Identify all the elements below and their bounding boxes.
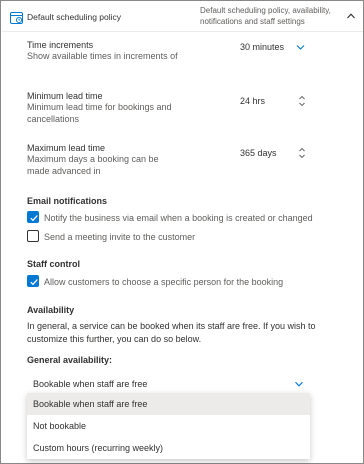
time-increments-select[interactable]: 30 minutes (235, 36, 309, 58)
min-lead-time-help: Minimum lead time for bookings and cance… (27, 102, 172, 124)
scheduling-policy-panel: Default scheduling policy Default schedu… (0, 0, 364, 464)
option-bookable-when-free[interactable]: Bookable when staff are free (27, 393, 310, 415)
chevron-up-icon[interactable] (346, 11, 356, 21)
min-lead-time-label: Minimum lead time (27, 91, 103, 101)
time-increments-value: 30 minutes (240, 42, 285, 52)
general-availability-label: General availability: (27, 355, 113, 365)
min-lead-time-value: 24 hrs (240, 96, 266, 106)
send-invite-checkbox[interactable] (27, 230, 39, 242)
send-invite-label: Send a meeting invite to the customer (44, 232, 196, 242)
availability-description: In general, a service can be booked when… (27, 321, 316, 344)
chevron-down-icon (296, 45, 305, 50)
spinner-icon[interactable] (298, 93, 306, 109)
section-title: Default scheduling policy (27, 12, 122, 22)
chevron-down-icon (295, 381, 303, 387)
max-lead-time-input[interactable]: 365 days (235, 142, 309, 164)
availability-options-menu: Bookable when staff are free Not bookabl… (27, 393, 310, 459)
calendar-icon (10, 12, 23, 24)
general-availability-dropdown[interactable]: Bookable when staff are free (27, 375, 310, 393)
time-increments-help: Show available times in increments of (27, 51, 178, 61)
option-label: Custom hours (recurring weekly) (33, 443, 164, 453)
allow-choose-staff-label: Allow customers to choose a specific per… (44, 277, 284, 287)
min-lead-time-input[interactable]: 24 hrs (235, 90, 309, 112)
option-label: Not bookable (33, 421, 87, 431)
option-label: Bookable when staff are free (33, 399, 148, 409)
max-lead-time-label: Maximum lead time (27, 143, 106, 153)
option-not-bookable[interactable]: Not bookable (27, 415, 310, 437)
checkmark-icon (30, 279, 38, 286)
checkmark-icon (30, 215, 38, 222)
availability-heading: Availability (27, 305, 75, 315)
section-header[interactable]: Default scheduling policy Default schedu… (2, 2, 363, 32)
time-increments-label: Time increments (27, 40, 94, 50)
staff-control-heading: Staff control (27, 259, 80, 269)
email-notifications-heading: Email notifications (27, 196, 108, 206)
section-description: Default scheduling policy, availability,… (200, 6, 331, 26)
max-lead-time-help: Maximum days a booking can be made advan… (27, 154, 159, 176)
general-availability-value: Bookable when staff are free (33, 379, 148, 389)
allow-choose-staff-checkbox[interactable] (27, 275, 39, 287)
spinner-icon[interactable] (298, 145, 306, 161)
option-custom-hours[interactable]: Custom hours (recurring weekly) (27, 437, 310, 459)
notify-business-checkbox[interactable] (27, 211, 39, 223)
max-lead-time-value: 365 days (240, 148, 277, 158)
notify-business-label: Notify the business via email when a boo… (44, 213, 313, 223)
